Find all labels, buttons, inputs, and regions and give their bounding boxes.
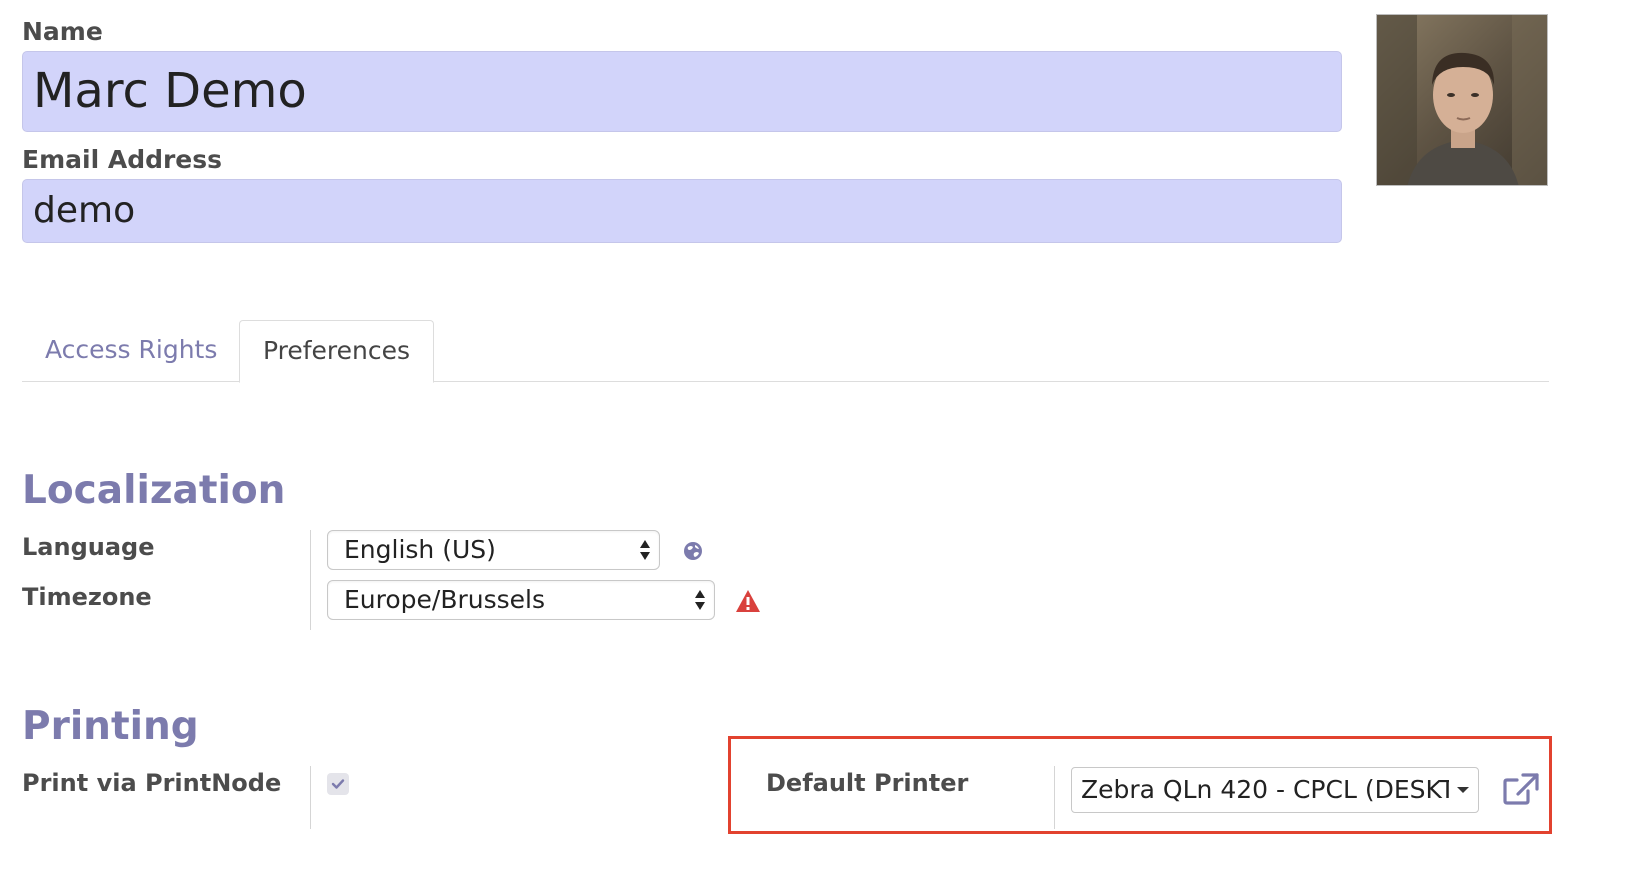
check-icon (331, 779, 345, 789)
timezone-value: Europe/Brussels (344, 585, 546, 614)
language-value: English (US) (344, 535, 496, 564)
name-input[interactable]: Marc Demo (22, 51, 1342, 132)
localization-title: Localization (22, 468, 286, 513)
user-avatar[interactable] (1376, 14, 1548, 186)
name-label: Name (22, 17, 103, 46)
form-tabs: Access Rights Preferences (22, 320, 1549, 383)
language-label: Language (22, 533, 155, 561)
timezone-label: Timezone (22, 583, 152, 611)
default-printer-label: Default Printer (766, 769, 969, 797)
printnode-label: Print via PrintNode (22, 769, 282, 797)
default-printer-divider (1054, 766, 1055, 829)
avatar-photo (1377, 15, 1547, 185)
timezone-select[interactable]: Europe/Brussels (327, 580, 715, 620)
globe-icon[interactable] (683, 541, 703, 561)
printing-title: Printing (22, 704, 199, 749)
printing-divider (310, 766, 311, 829)
tab-access-rights[interactable]: Access Rights (22, 320, 240, 382)
printnode-checkbox[interactable] (327, 773, 349, 795)
localization-divider (310, 530, 311, 630)
external-link-icon[interactable] (1502, 772, 1540, 806)
chevron-down-icon (1457, 787, 1469, 793)
email-label: Email Address (22, 145, 223, 174)
email-input[interactable]: demo (22, 179, 1342, 243)
select-arrows-icon (640, 540, 650, 560)
warning-icon[interactable] (735, 589, 761, 613)
default-printer-value: Zebra QLn 420 - CPCL (DESKTOP (1081, 775, 1449, 804)
select-arrows-icon (695, 590, 705, 610)
default-printer-select[interactable]: Zebra QLn 420 - CPCL (DESKTOP (1071, 767, 1479, 813)
tab-preferences[interactable]: Preferences (239, 320, 435, 383)
language-select[interactable]: English (US) (327, 530, 660, 570)
